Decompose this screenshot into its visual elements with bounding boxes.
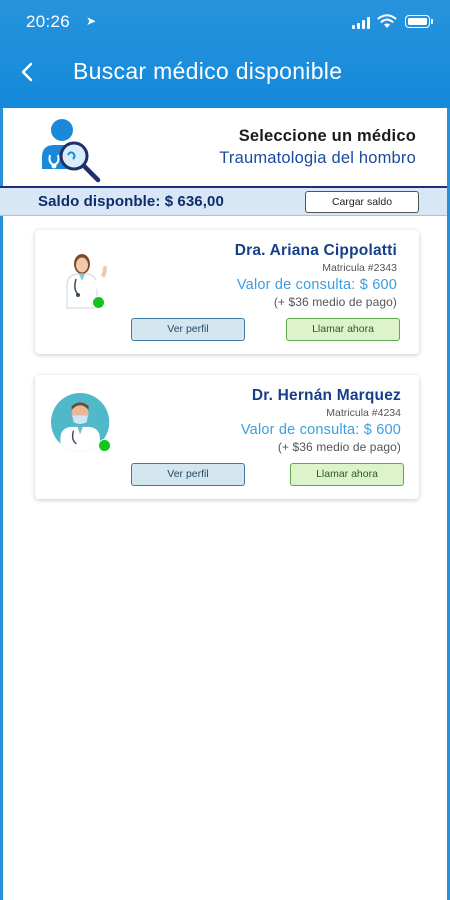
doctor-name: Dra. Ariana Cippolatti	[234, 242, 397, 259]
status-bar: 20:26 ➤	[0, 0, 450, 44]
wifi-icon	[377, 14, 397, 28]
battery-icon	[405, 15, 433, 28]
location-arrow-icon: ➤	[86, 14, 97, 28]
page-title: Buscar médico disponible	[73, 58, 343, 84]
payment-fee: (+ $36 medio de pago)	[277, 440, 401, 454]
doctor-license: Matricula #2343	[322, 262, 397, 274]
selection-header: Seleccione un médico Traumatologia del h…	[0, 108, 450, 186]
app-header: Buscar médico disponible	[0, 44, 450, 108]
call-now-button[interactable]: Llamar ahora	[290, 463, 404, 486]
view-profile-button[interactable]: Ver perfil	[131, 318, 245, 341]
consultation-price: Valor de consulta: $ 600	[236, 277, 397, 293]
content-panel: Seleccione un médico Traumatologia del h…	[0, 108, 450, 900]
online-status-indicator	[92, 296, 105, 309]
load-balance-button[interactable]: Cargar saldo	[305, 191, 419, 213]
specialty-label: Traumatologia del hombro	[219, 149, 416, 167]
balance-bar: Saldo disponble: $ 636,00 Cargar saldo	[0, 186, 450, 216]
doctor-name: Dr. Hernán Marquez	[251, 387, 401, 404]
doctor-card[interactable]: Dra. Ariana Cippolatti Matricula #2343 V…	[35, 230, 419, 354]
online-status-indicator	[98, 439, 111, 452]
consultation-price: Valor de consulta: $ 600	[240, 422, 401, 438]
female-doctor-avatar	[66, 254, 107, 309]
doctor-search-icon	[42, 119, 101, 183]
signal-icon	[352, 17, 370, 29]
chevron-left-icon[interactable]	[12, 56, 44, 88]
select-doctor-title: Seleccione un médico	[238, 127, 416, 145]
status-time: 20:26	[26, 12, 71, 31]
call-now-button[interactable]: Llamar ahora	[286, 318, 400, 341]
balance-label: Saldo disponble: $ 636,00	[38, 193, 224, 210]
app-screen: 20:26 ➤ Buscar médico disponible Selecci…	[0, 0, 450, 900]
view-profile-button[interactable]: Ver perfil	[131, 463, 245, 486]
payment-fee: (+ $36 medio de pago)	[273, 295, 397, 309]
doctor-license: Matricula #4234	[326, 407, 401, 419]
doctor-card[interactable]: Dr. Hernán Marquez Matricula #4234 Valor…	[35, 375, 419, 499]
